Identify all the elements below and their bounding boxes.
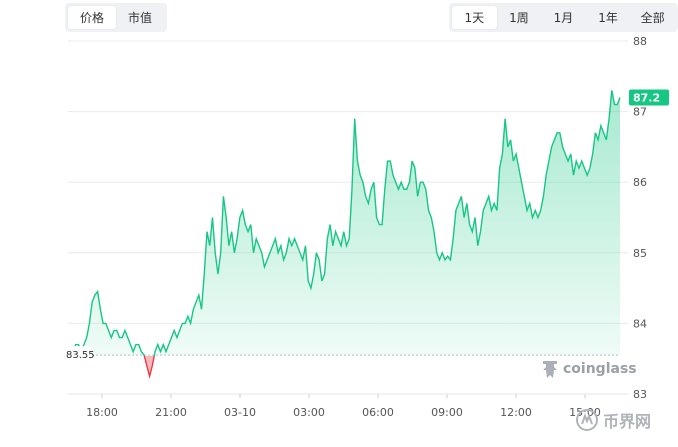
watermark-text: 币界网 [603,412,652,431]
x-tick-label-2: 03-10 [224,406,256,419]
x-tick-label-0: 18:00 [86,406,118,419]
x-tick-label-1: 21:00 [155,406,187,419]
x-tick-label-3: 03:00 [293,406,325,419]
site-watermark: 币界网 [575,408,651,432]
bijiewang-logo-icon [576,409,598,431]
y-tick-label-85: 85 [633,247,647,260]
brand-name: coinglass [563,361,637,377]
x-tick-label-5: 09:00 [431,406,463,419]
x-tick-label-6: 12:00 [500,406,532,419]
y-tick-label-87: 87 [633,106,647,119]
coinglass-logo-icon [543,361,557,378]
x-tick-label-4: 06:00 [362,406,394,419]
last-value-label: 87.2 [633,91,660,104]
y-tick-label-83: 83 [633,388,647,401]
baseline-label: 83.55 [66,350,95,361]
y-tick-label-86: 86 [633,176,647,189]
y-tick-label-84: 84 [633,317,647,330]
y-tick-label-88: 88 [633,35,647,48]
series-area-up [73,90,620,356]
coinglass-brand: coinglass [540,358,637,380]
